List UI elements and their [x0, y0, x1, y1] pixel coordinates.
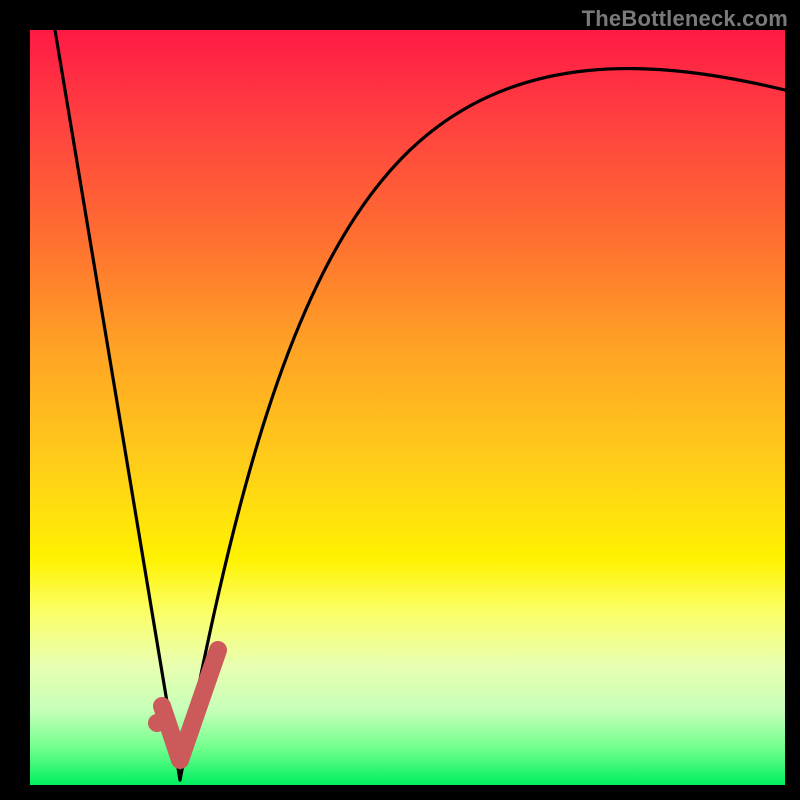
- optimum-check-mark: [162, 650, 218, 760]
- curve-left-branch: [55, 30, 180, 780]
- chart-frame: TheBottleneck.com: [0, 0, 800, 800]
- optimum-dot: [148, 714, 166, 732]
- curve-right-branch: [180, 69, 785, 780]
- chart-svg: [0, 0, 800, 800]
